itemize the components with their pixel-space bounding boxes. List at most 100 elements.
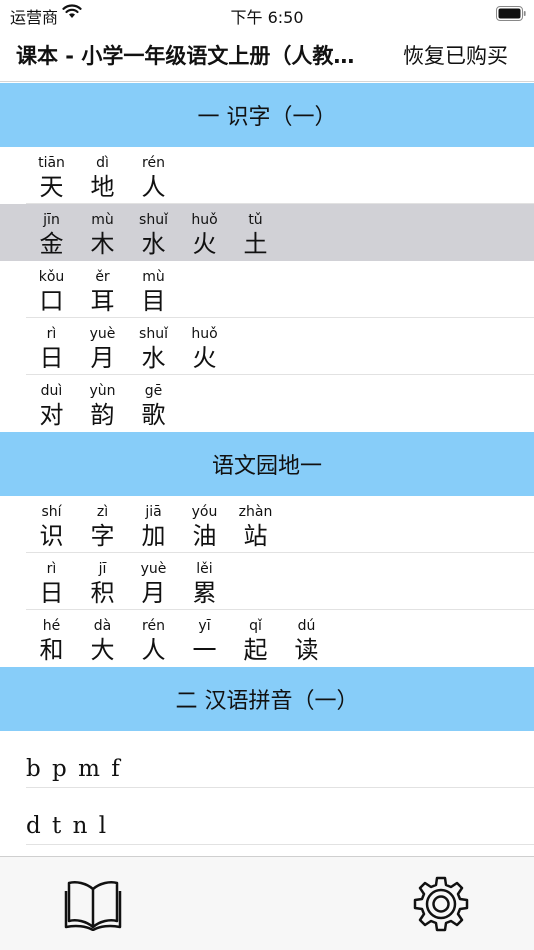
book-icon[interactable] <box>64 877 122 931</box>
character-cell: zì 字 <box>77 496 128 553</box>
pinyin-label: gē <box>144 383 163 399</box>
character-cell: huǒ 火 <box>179 204 230 261</box>
character-cell: tǔ 土 <box>230 204 281 261</box>
pinyin-label: mù <box>91 212 114 228</box>
hanzi-character: 和 <box>39 636 64 664</box>
hanzi-character: 累 <box>192 579 217 607</box>
hanzi-character: 口 <box>39 287 64 315</box>
hanzi-character: 油 <box>192 522 217 550</box>
pinyin-label: yùn <box>89 383 116 399</box>
pinyin-label: zhàn <box>238 504 273 520</box>
pinyin-label: yóu <box>191 504 218 520</box>
lesson-row[interactable]: duì 对 yùn 韵 gē 歌 <box>0 375 534 432</box>
hanzi-character: 一 <box>192 636 217 664</box>
page-title: 课本 - 小学一年级语文上册（人教… <box>16 44 355 68</box>
lesson-row[interactable]: jīn 金 mù 木 shuǐ 水 huǒ 火 tǔ 土 <box>0 204 534 261</box>
pinyin-lesson-row[interactable]: d t n l <box>0 788 534 845</box>
hanzi-character: 月 <box>141 579 166 607</box>
hanzi-character: 大 <box>90 636 115 664</box>
pinyin-label: huǒ <box>191 212 218 228</box>
character-cell: shí 识 <box>26 496 77 553</box>
hanzi-character: 歌 <box>141 401 166 429</box>
character-cell: yuè 月 <box>128 553 179 610</box>
character-cell: kǒu 口 <box>26 261 77 318</box>
hanzi-character: 土 <box>243 230 268 258</box>
character-cell: gē 歌 <box>128 375 179 432</box>
pinyin-label: tǔ <box>248 212 263 228</box>
hanzi-character: 站 <box>243 522 268 550</box>
hanzi-character: 目 <box>141 287 166 315</box>
hanzi-character: 字 <box>90 522 115 550</box>
section-header: 二 汉语拼音（一） <box>0 667 534 731</box>
character-cell: lěi 累 <box>179 553 230 610</box>
hanzi-character: 木 <box>90 230 115 258</box>
pinyin-label: rén <box>142 155 165 171</box>
character-cell: jiā 加 <box>128 496 179 553</box>
pinyin-label: qǐ <box>249 618 262 634</box>
gear-icon[interactable] <box>412 875 470 933</box>
character-cell: yuè 月 <box>77 318 128 375</box>
character-cell: yùn 韵 <box>77 375 128 432</box>
pinyin-label: duì <box>40 383 63 399</box>
lesson-row[interactable]: hé 和 dà 大 rén 人 yī 一 qǐ 起 dú 读 <box>0 610 534 667</box>
hanzi-character: 读 <box>294 636 319 664</box>
character-cell: hé 和 <box>26 610 77 667</box>
hanzi-character: 天 <box>39 173 64 201</box>
hanzi-character: 加 <box>141 522 166 550</box>
battery-icon <box>496 6 526 21</box>
status-bar: 运营商 下午 6:50 <box>0 0 534 28</box>
hanzi-character: 韵 <box>90 401 115 429</box>
pinyin-label: rì <box>46 326 57 342</box>
character-cell: jī 积 <box>77 553 128 610</box>
lesson-row[interactable]: tiān 天 dì 地 rén 人 <box>0 147 534 204</box>
lesson-list[interactable]: 一 识字（一） tiān 天 dì 地 rén 人 jīn 金 mù 木 shuǐ 水 huǒ 火 tǔ 土 kǒ… <box>0 83 534 856</box>
pinyin-label: yī <box>198 618 211 634</box>
character-cell: ěr 耳 <box>77 261 128 318</box>
status-time: 下午 6:50 <box>230 8 304 27</box>
character-cell: huǒ 火 <box>179 318 230 375</box>
hanzi-character: 金 <box>39 230 64 258</box>
navigation-bar: 课本 - 小学一年级语文上册（人教… 恢复已购买 <box>0 30 534 82</box>
hanzi-character: 地 <box>90 173 115 201</box>
hanzi-character: 对 <box>39 401 64 429</box>
character-cell: zhàn 站 <box>230 496 281 553</box>
pinyin-label: yuè <box>89 326 116 342</box>
lesson-row[interactable]: kǒu 口 ěr 耳 mù 目 <box>0 261 534 318</box>
pinyin-label: huǒ <box>191 326 218 342</box>
pinyin-label: dì <box>96 155 109 171</box>
character-cell: tiān 天 <box>26 147 77 204</box>
section-header: 语文园地一 <box>0 432 534 496</box>
character-cell: yóu 油 <box>179 496 230 553</box>
hanzi-character: 日 <box>39 344 64 372</box>
character-cell: dì 地 <box>77 147 128 204</box>
lesson-row[interactable]: rì 日 yuè 月 shuǐ 水 huǒ 火 <box>0 318 534 375</box>
hanzi-character: 起 <box>243 636 268 664</box>
pinyin-label: kǒu <box>38 269 65 285</box>
character-cell: mù 目 <box>128 261 179 318</box>
character-cell: duì 对 <box>26 375 77 432</box>
hanzi-character: 人 <box>141 173 166 201</box>
pinyin-letters: d t n l <box>26 812 109 839</box>
hanzi-character: 日 <box>39 579 64 607</box>
lesson-row[interactable]: shí 识 zì 字 jiā 加 yóu 油 zhàn 站 <box>0 496 534 553</box>
restore-purchases-button[interactable]: 恢复已购买 <box>403 40 508 70</box>
character-cell: shuǐ 水 <box>128 204 179 261</box>
hanzi-character: 火 <box>192 230 217 258</box>
hanzi-character: 积 <box>90 579 115 607</box>
character-cell: mù 木 <box>77 204 128 261</box>
hanzi-character: 水 <box>141 344 166 372</box>
character-cell: rén 人 <box>128 147 179 204</box>
character-cell: rì 日 <box>26 553 77 610</box>
character-cell: yī 一 <box>179 610 230 667</box>
pinyin-label: shí <box>41 504 62 520</box>
pinyin-label: dú <box>297 618 316 634</box>
pinyin-label: lěi <box>196 561 213 577</box>
pinyin-lesson-row[interactable]: b p m f <box>0 731 534 788</box>
tab-bar <box>0 856 534 950</box>
character-cell: qǐ 起 <box>230 610 281 667</box>
lesson-row[interactable]: rì 日 jī 积 yuè 月 lěi 累 <box>0 553 534 610</box>
hanzi-character: 耳 <box>90 287 115 315</box>
pinyin-label: ěr <box>95 269 110 285</box>
pinyin-label: jīn <box>43 212 60 228</box>
pinyin-label: rì <box>46 561 57 577</box>
